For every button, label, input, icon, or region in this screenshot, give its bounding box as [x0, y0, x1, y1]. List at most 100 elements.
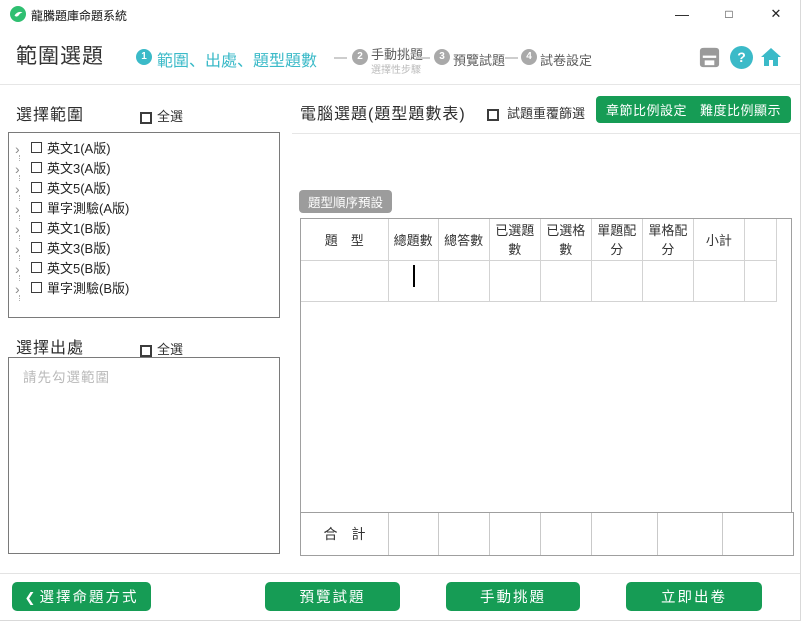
step-connector: [505, 57, 518, 59]
tree-item-checkbox[interactable]: [31, 162, 42, 173]
tree-item-eng5b[interactable]: › 英文5(B版): [9, 259, 279, 279]
back-to-mode-button[interactable]: ❮選擇命題方式: [12, 582, 151, 611]
col-extra: [744, 219, 776, 260]
totals-row: 合 計: [300, 512, 794, 556]
tree-item-eng1b[interactable]: › 英文1(B版): [9, 219, 279, 239]
chapter-ratio-button[interactable]: 章節比例設定: [596, 96, 697, 123]
tree-item-label: 英文1(B版): [47, 221, 111, 236]
help-icon[interactable]: ?: [730, 46, 753, 69]
expand-icon[interactable]: ›: [15, 139, 27, 159]
generate-exam-button[interactable]: 立即出卷: [626, 582, 762, 611]
step-3-label[interactable]: 預覽試題: [453, 50, 505, 69]
order-preset-button[interactable]: 題型順序預設: [299, 190, 392, 213]
manual-pick-button[interactable]: 手動挑題: [446, 582, 580, 611]
maximize-button[interactable]: □: [712, 0, 746, 28]
step-connector: [417, 57, 430, 59]
minimize-button[interactable]: —: [665, 0, 699, 28]
close-button[interactable]: ✕: [759, 0, 793, 28]
sources-select-all[interactable]: 全選: [140, 339, 183, 358]
ranges-select-all-label: 全選: [157, 109, 183, 124]
expand-icon[interactable]: ›: [15, 179, 27, 199]
col-total-answers: 總答數: [438, 219, 489, 260]
back-to-mode-label: 選擇命題方式: [39, 590, 138, 606]
tree-item-eng1a[interactable]: › 英文1(A版): [9, 139, 279, 159]
totals-selected-blanks: [541, 513, 592, 555]
cell-selected-questions[interactable]: [489, 260, 540, 301]
page-title: 範圍選題: [16, 40, 104, 70]
table-header-row: 題 型 總題數 總答數 已選題數 已選格數 單題配分 單格配分 小計: [301, 219, 777, 260]
tree-item-label: 英文5(B版): [47, 261, 111, 276]
ranges-select-all[interactable]: 全選: [140, 106, 183, 125]
sources-title: 選擇出處: [16, 334, 84, 358]
home-icon[interactable]: [759, 45, 783, 69]
dup-filter[interactable]: 試題重覆篩選: [487, 103, 585, 122]
back-chevron-icon: ❮: [25, 590, 36, 605]
tree-item-checkbox[interactable]: [31, 262, 42, 273]
difficulty-ratio-button[interactable]: 難度比例顯示: [690, 96, 791, 123]
expand-icon[interactable]: ›: [15, 219, 27, 239]
tree-item-checkbox[interactable]: [31, 242, 42, 253]
save-icon[interactable]: [698, 46, 721, 69]
col-subtotal: 小計: [693, 219, 744, 260]
totals-selected-questions: [490, 513, 541, 555]
tree-item-vocab-a[interactable]: › 單字測驗(A版): [9, 199, 279, 219]
tree-item-eng3b[interactable]: › 英文3(B版): [9, 239, 279, 259]
tree-item-eng3a[interactable]: › 英文3(A版): [9, 159, 279, 179]
totals-points-per-blank: [658, 513, 723, 555]
cell-points-per-question[interactable]: [591, 260, 642, 301]
expand-icon[interactable]: ›: [15, 239, 27, 259]
cell-points-per-blank[interactable]: [642, 260, 693, 301]
col-points-per-question: 單題配分: [591, 219, 642, 260]
tree-item-vocab-b[interactable]: › 單字測驗(B版): [9, 279, 279, 299]
ranges-select-all-checkbox[interactable]: [140, 112, 152, 124]
col-total-questions: 總題數: [388, 219, 438, 260]
tree-item-checkbox[interactable]: [31, 142, 42, 153]
step-1-badge: 1: [136, 49, 152, 65]
totals-points-per-question: [592, 513, 658, 555]
totals-label: 合 計: [301, 513, 389, 555]
table-row: [301, 260, 777, 301]
tree-item-label: 英文3(B版): [47, 241, 111, 256]
totals-total-answers: [439, 513, 490, 555]
sources-placeholder: 請先勾選範圍: [23, 366, 110, 386]
cell-subtotal[interactable]: [693, 260, 744, 301]
step-2-badge: 2: [352, 49, 368, 65]
tree-item-label: 英文3(A版): [47, 161, 111, 176]
title-bar: 龍騰題庫命題系統 — □ ✕: [0, 0, 800, 28]
col-points-per-blank: 單格配分: [642, 219, 693, 260]
tree-item-checkbox[interactable]: [31, 202, 42, 213]
step-2-sublabel: 選擇性步驟: [371, 61, 421, 76]
expand-icon[interactable]: ›: [15, 159, 27, 179]
tree-item-label: 英文1(A版): [47, 141, 111, 156]
footer-divider: [0, 573, 801, 574]
tree-item-label: 單字測驗(B版): [47, 281, 129, 296]
cell-total-answers[interactable]: [438, 260, 489, 301]
tree-item-label: 英文5(A版): [47, 181, 111, 196]
tree-item-checkbox[interactable]: [31, 282, 42, 293]
step-4-label[interactable]: 試卷設定: [540, 50, 592, 69]
sources-select-all-checkbox[interactable]: [140, 345, 152, 357]
col-selected-questions: 已選題數: [489, 219, 540, 260]
page-header: 範圍選題 1 範圍、出處、題型題數 2 手動挑題 選擇性步驟 3 預覽試題 4 …: [0, 28, 800, 85]
computer-select-title: 電腦選題(題型題數表): [300, 100, 466, 124]
preview-questions-button[interactable]: 預覽試題: [265, 582, 400, 611]
expand-icon[interactable]: ›: [15, 259, 27, 279]
totals-subtotal: [723, 513, 793, 555]
window-title: 龍騰題庫命題系統: [31, 7, 127, 24]
step-4-badge: 4: [521, 49, 537, 65]
tree-item-checkbox[interactable]: [31, 222, 42, 233]
sources-select-all-label: 全選: [157, 342, 183, 357]
cell-extra[interactable]: [744, 260, 776, 301]
dup-filter-checkbox[interactable]: [487, 109, 499, 121]
tree-item-checkbox[interactable]: [31, 182, 42, 193]
tree-item-eng5a[interactable]: › 英文5(A版): [9, 179, 279, 199]
cell-selected-blanks[interactable]: [540, 260, 591, 301]
range-tree: › 英文1(A版) › 英文3(A版) › 英文5(A版) › 單字測驗(A版)…: [8, 132, 280, 318]
expand-icon[interactable]: ›: [15, 279, 27, 299]
tree-item-label: 單字測驗(A版): [47, 201, 129, 216]
expand-icon[interactable]: ›: [15, 199, 27, 219]
step-1-label[interactable]: 範圍、出處、題型題數: [157, 47, 317, 71]
cell-question-type[interactable]: [301, 260, 388, 301]
text-caret: [413, 265, 415, 287]
step-connector: [334, 57, 347, 59]
